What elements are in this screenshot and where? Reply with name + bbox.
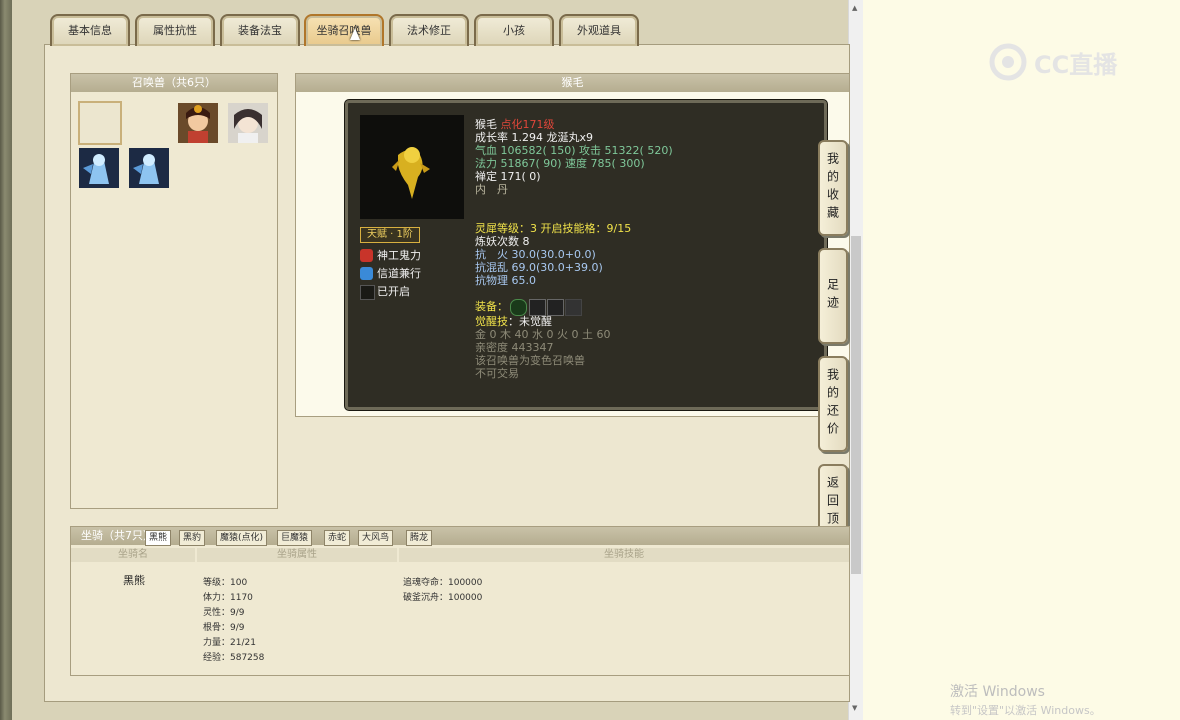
mount-tab[interactable]: 大风鸟 (358, 530, 394, 546)
mount-tab[interactable]: 腾龙 (406, 530, 433, 546)
mount-tab[interactable]: 黑熊 (145, 530, 172, 546)
pet-refine-count: 炼妖次数 8 (475, 235, 530, 248)
pet-calm: 禅定 171( 0) (475, 170, 541, 183)
pet-elements: 金 0 木 40 水 0 火 0 土 60 (475, 328, 611, 341)
pet-detail-card: 猴毛 点化171级 成长率 1.294 龙涎丸x9 气血 106582( 150… (345, 100, 827, 410)
cc-logo-icon (989, 43, 1027, 81)
equip-collar-icon[interactable] (529, 299, 546, 316)
skill-name: 已开启 (377, 285, 410, 298)
tab-appearance[interactable]: 外观道具 (559, 14, 639, 46)
pet-equipment-label: 装备： (475, 300, 508, 313)
pet-hp-attack: 气血 106582( 150) 攻击 51322( 520) (475, 144, 673, 157)
mount-tab[interactable]: 魔猿(点化) (216, 530, 268, 546)
mount-panel-title: 坐骑（共7只） (81, 529, 154, 542)
mount-stat: 等级：100 (203, 578, 248, 588)
pet-avatar[interactable] (79, 148, 119, 188)
col-header-name: 坐骑名 (71, 548, 195, 562)
mount-tab-bar: 坐骑（共7只） 黑熊 黑豹 魔猿(点化) 巨魔猿 赤蛇 大风鸟 腾龙 (71, 527, 849, 546)
favorites-button[interactable]: 我的收藏 (818, 140, 848, 236)
skill-power-icon[interactable] (360, 249, 373, 262)
pet-gift-badge: 天赋 · 1阶 (360, 227, 420, 243)
pet-avatar[interactable] (178, 103, 218, 143)
pet-slot-selected[interactable] (78, 101, 122, 145)
stream-logo: CC直播 (988, 42, 1117, 82)
footprints-button[interactable]: 足迹 (818, 248, 848, 344)
window-edge (0, 0, 12, 720)
pet-no-trade-note: 不可交易 (475, 367, 519, 380)
pet-name: 猴毛 (475, 118, 497, 131)
stream-logo-text: CC直播 (1034, 50, 1118, 79)
scroll-down-icon[interactable]: ▼ (852, 704, 857, 712)
tab-basic-info[interactable]: 基本信息 (50, 14, 130, 46)
tab-equipment[interactable]: 装备法宝 (220, 14, 300, 46)
mount-stat: 力量：21/21 (203, 638, 256, 648)
pet-avatar[interactable] (228, 103, 268, 143)
pet-intimacy: 亲密度 443347 (475, 341, 554, 354)
pet-lingxi: 灵犀等级：3 开启技能格：9/15 (475, 222, 632, 235)
pet-list-title: 召唤兽（共6只） (71, 74, 277, 92)
mount-panel: 坐骑（共7只） 黑熊 黑豹 魔猿(点化) 巨魔猿 赤蛇 大风鸟 腾龙 坐骑名 坐… (70, 526, 850, 676)
pet-resist-fire: 抗 火 30.0(30.0+0.0) (475, 248, 596, 261)
equip-ring-icon[interactable] (510, 299, 527, 316)
skill-name: 信道兼行 (377, 267, 421, 280)
equip-armor-icon[interactable] (547, 299, 564, 316)
skill-empty-slot-icon (360, 285, 375, 300)
mount-stat: 体力：1170 (203, 593, 253, 603)
mount-stat: 灵性：9/9 (203, 608, 245, 618)
mount-tab[interactable]: 黑豹 (179, 530, 206, 546)
col-header-skills: 坐骑技能 (399, 548, 849, 562)
pet-variant-note: 该召唤兽为变色召唤兽 (475, 354, 585, 367)
mouse-cursor-icon (350, 28, 360, 40)
pet-growth: 成长率 1.294 龙涎丸x9 (475, 131, 593, 144)
page-background (862, 0, 1180, 720)
pet-portrait (360, 115, 464, 219)
skill-speed-icon[interactable] (360, 267, 373, 280)
pet-resist-physical: 抗物理 65.0 (475, 274, 536, 287)
tab-spell-correction[interactable]: 法术修正 (389, 14, 469, 46)
scroll-up-icon[interactable]: ▲ (852, 4, 857, 12)
equip-empty-icon (565, 299, 582, 316)
awaken-value: 未觉醒 (519, 315, 552, 328)
activate-windows-title: 激活 Windows (950, 684, 1045, 700)
mount-name: 黑熊 (123, 574, 145, 587)
tab-child[interactable]: 小孩 (474, 14, 554, 46)
mount-tab[interactable]: 赤蛇 (324, 530, 351, 546)
tab-mounts-pets[interactable]: 坐骑召唤兽 (304, 14, 384, 46)
activate-windows-subtitle: 转到"设置"以激活 Windows。 (950, 704, 1101, 717)
pet-avatar[interactable] (129, 148, 169, 188)
pet-inner-core: 内 丹 (475, 183, 508, 196)
mount-tab[interactable]: 巨魔猿 (277, 530, 313, 546)
pet-resist-chaos: 抗混乱 69.0(30.0+39.0) (475, 261, 603, 274)
col-header-attributes: 坐骑属性 (197, 548, 397, 562)
awaken-label: 觉醒技 (475, 315, 508, 328)
vertical-scrollbar[interactable]: ▲ ▼ (848, 0, 863, 720)
pet-detail-header: 猴毛 (296, 74, 849, 92)
mount-stat: 经验：587258 (203, 653, 265, 663)
scrollbar-thumb[interactable] (851, 236, 861, 574)
mount-skill: 破釜沉舟：100000 (403, 593, 483, 603)
pet-mp-speed: 法力 51867( 90) 速度 785( 300) (475, 157, 645, 170)
skill-name: 神工鬼力 (377, 249, 421, 262)
mount-stat: 根骨：9/9 (203, 623, 245, 633)
my-offers-button[interactable]: 我的还价 (818, 356, 848, 452)
mount-skill: 追魂夺命：100000 (403, 578, 483, 588)
tab-attributes[interactable]: 属性抗性 (135, 14, 215, 46)
pet-level-tag: 点化171级 (500, 118, 555, 131)
